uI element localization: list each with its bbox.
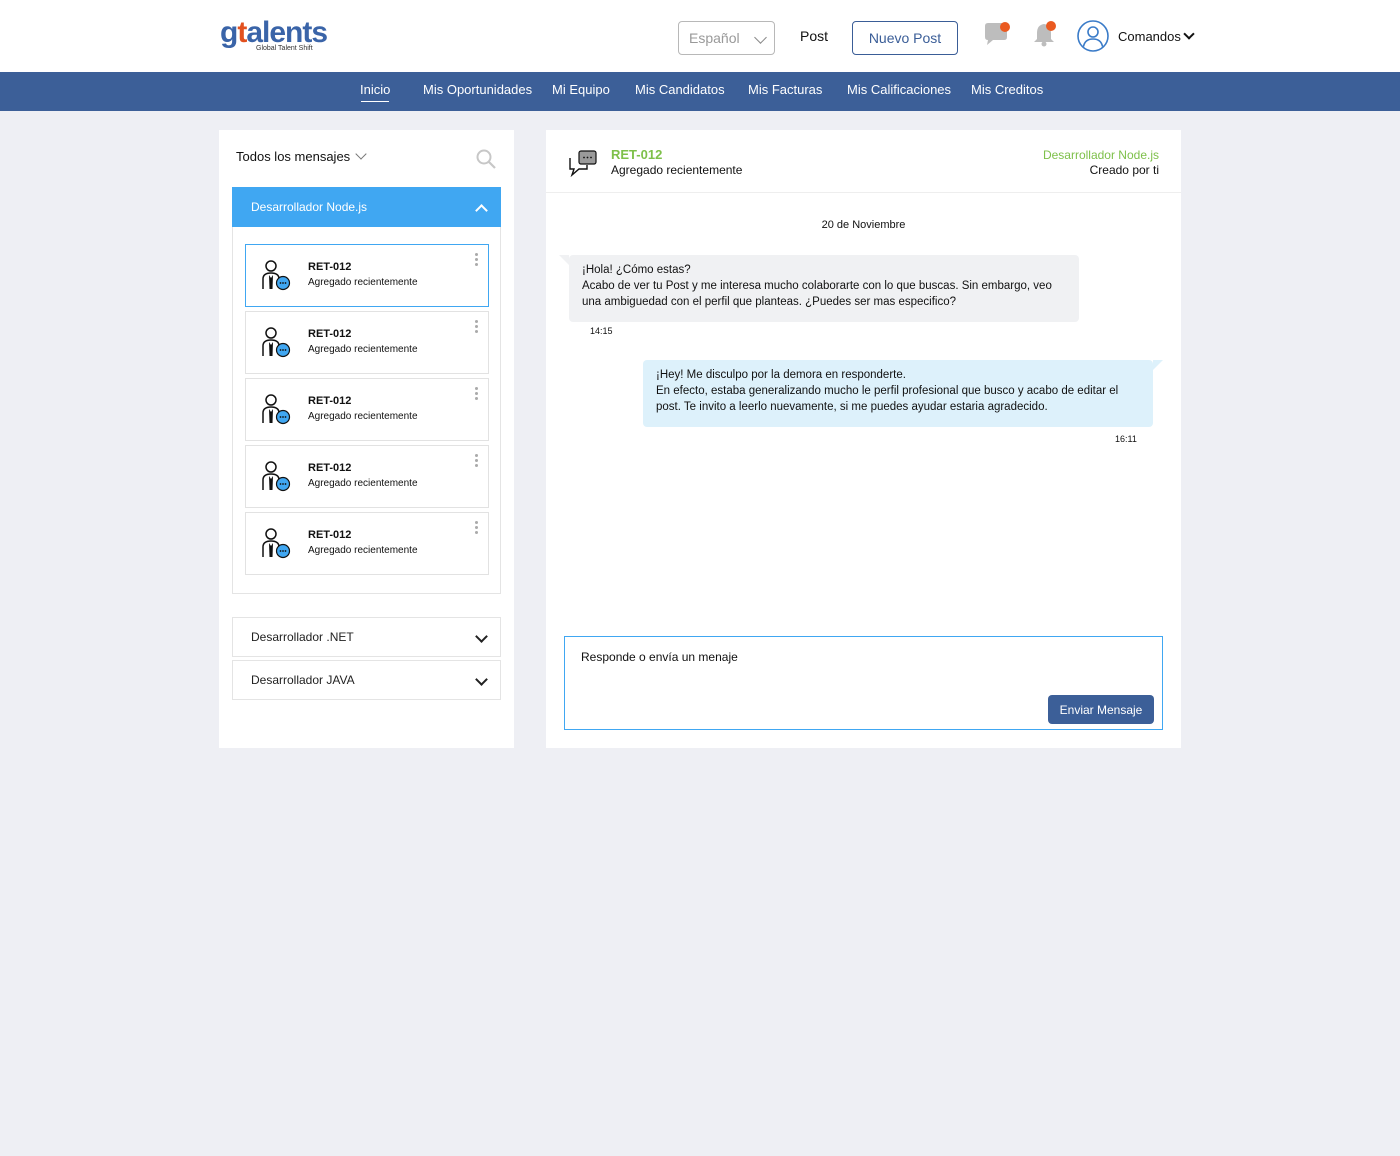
language-select[interactable]: Español	[678, 21, 775, 55]
message-time: 14:15	[590, 326, 613, 336]
search-icon[interactable]	[476, 149, 496, 169]
group-header-java[interactable]: Desarrollador JAVA	[232, 660, 501, 700]
message-filter-label: Todos los mensajes	[236, 149, 351, 164]
chevron-down-icon	[475, 673, 488, 686]
candidate-chat-icon	[262, 394, 291, 425]
message-line: En efecto, estaba generalizando mucho le…	[656, 385, 1119, 397]
user-name: Comandos	[1118, 28, 1181, 44]
chevron-down-icon	[355, 148, 367, 160]
main-nav: Inicio Mis Oportunidades Mi Equipo Mis C…	[0, 72, 1400, 111]
candidate-status: Agregado recientemente	[308, 344, 418, 355]
message-line: ¡Hey! Me disculpo por la demora en respo…	[656, 369, 906, 381]
chevron-down-icon	[1183, 28, 1195, 40]
more-options-icon[interactable]	[475, 454, 479, 468]
group-title: Desarrollador .NET	[251, 630, 354, 644]
candidate-chat-icon	[262, 260, 291, 291]
nav-item-mis-oportunidades[interactable]: Mis Oportunidades	[423, 82, 532, 97]
user-avatar-icon	[1077, 20, 1109, 52]
candidate-code: RET-012	[308, 328, 352, 340]
candidate-item[interactable]: RET-012 Agregado recientemente	[245, 445, 489, 508]
nav-item-mis-creditos[interactable]: Mis Creditos	[971, 82, 1043, 97]
more-options-icon[interactable]	[475, 521, 479, 535]
candidate-item[interactable]: RET-012 Agregado recientemente	[245, 378, 489, 441]
group-header-dotnet[interactable]: Desarrollador .NET	[232, 617, 501, 657]
more-options-icon[interactable]	[475, 320, 479, 334]
language-value: Español	[689, 30, 740, 46]
message-line: ¡Hola! ¿Cómo estas?	[582, 264, 691, 276]
new-post-button[interactable]: Nuevo Post	[852, 21, 958, 55]
conversation-candidate-code: RET-012	[611, 147, 663, 162]
conversation-header: RET-012 Agregado recientemente Desarroll…	[546, 130, 1181, 193]
chevron-down-icon	[475, 630, 488, 643]
candidate-code: RET-012	[308, 261, 352, 273]
conversation-icon	[569, 150, 597, 177]
date-separator: 20 de Noviembre	[821, 219, 906, 231]
logo-tagline: Global Talent Shift	[256, 45, 313, 52]
messages-icon[interactable]	[982, 20, 1012, 48]
notifications-icon[interactable]	[1031, 20, 1061, 48]
send-message-button[interactable]: Enviar Mensaje	[1048, 695, 1154, 724]
group-header-nodejs[interactable]: Desarrollador Node.js	[232, 187, 501, 227]
message-line: post. Te invito a leerlo nuevamente, si …	[656, 401, 1048, 413]
gtalents-logo[interactable]: gtalents Global Talent Shift	[220, 16, 328, 58]
notifications-dot	[1046, 21, 1056, 31]
messages-notification-dot	[1000, 22, 1010, 32]
message-time: 16:11	[1115, 434, 1137, 444]
chevron-down-icon	[754, 31, 767, 44]
message-bubble-incoming: ¡Hola! ¿Cómo estas? Acabo de ver tu Post…	[559, 255, 1079, 322]
post-link[interactable]: Post	[800, 28, 828, 44]
nav-item-mis-facturas[interactable]: Mis Facturas	[748, 82, 822, 97]
candidate-status: Agregado recientemente	[308, 277, 418, 288]
more-options-icon[interactable]	[475, 387, 479, 401]
conversation-job-title[interactable]: Desarrollador Node.js	[1043, 148, 1159, 162]
candidate-chat-icon	[262, 528, 291, 559]
candidate-status: Agregado recientemente	[308, 545, 418, 556]
message-composer[interactable]: Responde o envía un menaje Enviar Mensaj…	[564, 636, 1163, 730]
candidate-code: RET-012	[308, 395, 352, 407]
conversation-candidate-status: Agregado recientemente	[611, 163, 743, 177]
candidate-code: RET-012	[308, 529, 352, 541]
candidate-status: Agregado recientemente	[308, 478, 418, 489]
chevron-up-icon	[475, 204, 488, 217]
more-options-icon[interactable]	[475, 253, 479, 267]
message-line: una ambiguedad con el perfil que plantea…	[582, 296, 956, 308]
candidate-chat-icon	[262, 461, 291, 492]
conversation-panel: RET-012 Agregado recientemente Desarroll…	[546, 130, 1181, 748]
candidate-item[interactable]: RET-012 Agregado recientemente	[245, 512, 489, 575]
candidate-code: RET-012	[308, 462, 352, 474]
composer-placeholder: Responde o envía un menaje	[581, 650, 738, 664]
nav-item-inicio[interactable]: Inicio	[360, 82, 390, 102]
group-body-nodejs: RET-012 Agregado recientemente RET-012 A…	[232, 227, 501, 594]
user-menu[interactable]: Comandos	[1077, 19, 1195, 53]
candidate-chat-icon	[262, 327, 291, 358]
top-header: gtalents Global Talent Shift Español Pos…	[0, 0, 1400, 72]
group-title: Desarrollador JAVA	[251, 673, 355, 687]
nav-item-mis-candidatos[interactable]: Mis Candidatos	[635, 82, 725, 97]
nav-item-mis-calificaciones[interactable]: Mis Calificaciones	[847, 82, 951, 97]
message-line: Acabo de ver tu Post y me interesa mucho…	[582, 280, 1052, 292]
conversations-sidebar: Todos los mensajes Desarrollador Node.js…	[219, 130, 514, 748]
group-title: Desarrollador Node.js	[251, 200, 368, 214]
candidate-item[interactable]: RET-012 Agregado recientemente	[245, 311, 489, 374]
conversation-created-by: Creado por ti	[1089, 163, 1159, 177]
message-bubble-outgoing: ¡Hey! Me disculpo por la demora en respo…	[643, 360, 1163, 427]
candidate-item[interactable]: RET-012 Agregado recientemente	[245, 244, 489, 307]
message-filter[interactable]: Todos los mensajes	[236, 148, 367, 164]
nav-item-mi-equipo[interactable]: Mi Equipo	[552, 82, 610, 97]
candidate-status: Agregado recientemente	[308, 411, 418, 422]
